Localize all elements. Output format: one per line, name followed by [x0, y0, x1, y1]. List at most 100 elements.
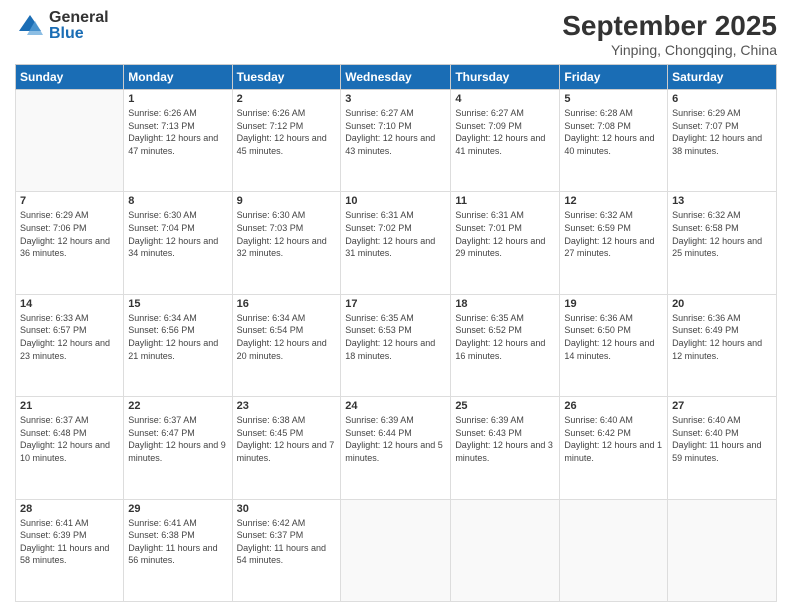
- day-info: Sunrise: 6:39 AMSunset: 6:43 PMDaylight:…: [455, 414, 555, 464]
- calendar-cell: 20 Sunrise: 6:36 AMSunset: 6:49 PMDaylig…: [668, 294, 777, 396]
- day-number: 6: [672, 93, 772, 105]
- calendar-cell: 18 Sunrise: 6:35 AMSunset: 6:52 PMDaylig…: [451, 294, 560, 396]
- day-info: Sunrise: 6:26 AMSunset: 7:12 PMDaylight:…: [237, 107, 337, 157]
- calendar-cell: 15 Sunrise: 6:34 AMSunset: 6:56 PMDaylig…: [124, 294, 232, 396]
- logo-text: General Blue: [49, 10, 109, 42]
- col-monday: Monday: [124, 65, 232, 90]
- day-info: Sunrise: 6:32 AMSunset: 6:58 PMDaylight:…: [672, 209, 772, 259]
- calendar-cell: [451, 499, 560, 601]
- calendar-cell: 28 Sunrise: 6:41 AMSunset: 6:39 PMDaylig…: [16, 499, 124, 601]
- day-info: Sunrise: 6:29 AMSunset: 7:07 PMDaylight:…: [672, 107, 772, 157]
- location-subtitle: Yinping, Chongqing, China: [562, 42, 777, 58]
- calendar-cell: 24 Sunrise: 6:39 AMSunset: 6:44 PMDaylig…: [341, 397, 451, 499]
- calendar-cell: 1 Sunrise: 6:26 AMSunset: 7:13 PMDayligh…: [124, 90, 232, 192]
- calendar-cell: 8 Sunrise: 6:30 AMSunset: 7:04 PMDayligh…: [124, 192, 232, 294]
- day-info: Sunrise: 6:35 AMSunset: 6:52 PMDaylight:…: [455, 312, 555, 362]
- col-thursday: Thursday: [451, 65, 560, 90]
- calendar-cell: 30 Sunrise: 6:42 AMSunset: 6:37 PMDaylig…: [232, 499, 341, 601]
- day-number: 12: [564, 195, 663, 207]
- day-number: 11: [455, 195, 555, 207]
- calendar-cell: 25 Sunrise: 6:39 AMSunset: 6:43 PMDaylig…: [451, 397, 560, 499]
- day-number: 24: [345, 400, 446, 412]
- calendar-cell: 11 Sunrise: 6:31 AMSunset: 7:01 PMDaylig…: [451, 192, 560, 294]
- day-info: Sunrise: 6:39 AMSunset: 6:44 PMDaylight:…: [345, 414, 446, 464]
- month-title: September 2025: [562, 10, 777, 42]
- day-info: Sunrise: 6:41 AMSunset: 6:38 PMDaylight:…: [128, 517, 227, 567]
- calendar-cell: [341, 499, 451, 601]
- col-sunday: Sunday: [16, 65, 124, 90]
- day-number: 3: [345, 93, 446, 105]
- calendar-cell: 21 Sunrise: 6:37 AMSunset: 6:48 PMDaylig…: [16, 397, 124, 499]
- title-block: September 2025 Yinping, Chongqing, China: [562, 10, 777, 58]
- col-saturday: Saturday: [668, 65, 777, 90]
- day-info: Sunrise: 6:37 AMSunset: 6:48 PMDaylight:…: [20, 414, 119, 464]
- day-info: Sunrise: 6:35 AMSunset: 6:53 PMDaylight:…: [345, 312, 446, 362]
- calendar-cell: 6 Sunrise: 6:29 AMSunset: 7:07 PMDayligh…: [668, 90, 777, 192]
- calendar-cell: 27 Sunrise: 6:40 AMSunset: 6:40 PMDaylig…: [668, 397, 777, 499]
- calendar-header-row: Sunday Monday Tuesday Wednesday Thursday…: [16, 65, 777, 90]
- day-info: Sunrise: 6:38 AMSunset: 6:45 PMDaylight:…: [237, 414, 337, 464]
- calendar-cell: 19 Sunrise: 6:36 AMSunset: 6:50 PMDaylig…: [560, 294, 668, 396]
- day-number: 30: [237, 503, 337, 515]
- calendar-week-2: 14 Sunrise: 6:33 AMSunset: 6:57 PMDaylig…: [16, 294, 777, 396]
- day-number: 23: [237, 400, 337, 412]
- day-info: Sunrise: 6:34 AMSunset: 6:54 PMDaylight:…: [237, 312, 337, 362]
- col-friday: Friday: [560, 65, 668, 90]
- day-info: Sunrise: 6:36 AMSunset: 6:50 PMDaylight:…: [564, 312, 663, 362]
- calendar-week-1: 7 Sunrise: 6:29 AMSunset: 7:06 PMDayligh…: [16, 192, 777, 294]
- calendar-cell: 26 Sunrise: 6:40 AMSunset: 6:42 PMDaylig…: [560, 397, 668, 499]
- calendar-cell: 17 Sunrise: 6:35 AMSunset: 6:53 PMDaylig…: [341, 294, 451, 396]
- day-number: 2: [237, 93, 337, 105]
- logo: General Blue: [15, 10, 109, 42]
- day-info: Sunrise: 6:27 AMSunset: 7:10 PMDaylight:…: [345, 107, 446, 157]
- page: General Blue September 2025 Yinping, Cho…: [0, 0, 792, 612]
- calendar-cell: [668, 499, 777, 601]
- calendar-cell: 16 Sunrise: 6:34 AMSunset: 6:54 PMDaylig…: [232, 294, 341, 396]
- day-number: 1: [128, 93, 227, 105]
- calendar-week-3: 21 Sunrise: 6:37 AMSunset: 6:48 PMDaylig…: [16, 397, 777, 499]
- calendar-cell: 14 Sunrise: 6:33 AMSunset: 6:57 PMDaylig…: [16, 294, 124, 396]
- day-number: 29: [128, 503, 227, 515]
- day-number: 20: [672, 298, 772, 310]
- calendar-week-0: 1 Sunrise: 6:26 AMSunset: 7:13 PMDayligh…: [16, 90, 777, 192]
- day-info: Sunrise: 6:32 AMSunset: 6:59 PMDaylight:…: [564, 209, 663, 259]
- col-tuesday: Tuesday: [232, 65, 341, 90]
- day-info: Sunrise: 6:42 AMSunset: 6:37 PMDaylight:…: [237, 517, 337, 567]
- calendar-cell: 2 Sunrise: 6:26 AMSunset: 7:12 PMDayligh…: [232, 90, 341, 192]
- day-info: Sunrise: 6:37 AMSunset: 6:47 PMDaylight:…: [128, 414, 227, 464]
- calendar-cell: 29 Sunrise: 6:41 AMSunset: 6:38 PMDaylig…: [124, 499, 232, 601]
- day-number: 13: [672, 195, 772, 207]
- calendar-cell: 22 Sunrise: 6:37 AMSunset: 6:47 PMDaylig…: [124, 397, 232, 499]
- day-info: Sunrise: 6:28 AMSunset: 7:08 PMDaylight:…: [564, 107, 663, 157]
- day-info: Sunrise: 6:30 AMSunset: 7:03 PMDaylight:…: [237, 209, 337, 259]
- logo-blue-text: Blue: [49, 26, 109, 42]
- day-number: 8: [128, 195, 227, 207]
- calendar-cell: 5 Sunrise: 6:28 AMSunset: 7:08 PMDayligh…: [560, 90, 668, 192]
- day-number: 27: [672, 400, 772, 412]
- day-number: 16: [237, 298, 337, 310]
- day-number: 18: [455, 298, 555, 310]
- calendar-cell: 10 Sunrise: 6:31 AMSunset: 7:02 PMDaylig…: [341, 192, 451, 294]
- day-number: 19: [564, 298, 663, 310]
- day-number: 28: [20, 503, 119, 515]
- day-info: Sunrise: 6:31 AMSunset: 7:01 PMDaylight:…: [455, 209, 555, 259]
- day-number: 21: [20, 400, 119, 412]
- header: General Blue September 2025 Yinping, Cho…: [15, 10, 777, 58]
- day-info: Sunrise: 6:40 AMSunset: 6:40 PMDaylight:…: [672, 414, 772, 464]
- calendar-cell: 12 Sunrise: 6:32 AMSunset: 6:59 PMDaylig…: [560, 192, 668, 294]
- day-number: 26: [564, 400, 663, 412]
- logo-general-text: General: [49, 10, 109, 26]
- day-number: 7: [20, 195, 119, 207]
- day-info: Sunrise: 6:31 AMSunset: 7:02 PMDaylight:…: [345, 209, 446, 259]
- calendar-week-4: 28 Sunrise: 6:41 AMSunset: 6:39 PMDaylig…: [16, 499, 777, 601]
- day-info: Sunrise: 6:40 AMSunset: 6:42 PMDaylight:…: [564, 414, 663, 464]
- calendar-cell: 13 Sunrise: 6:32 AMSunset: 6:58 PMDaylig…: [668, 192, 777, 294]
- day-info: Sunrise: 6:34 AMSunset: 6:56 PMDaylight:…: [128, 312, 227, 362]
- day-number: 4: [455, 93, 555, 105]
- day-number: 22: [128, 400, 227, 412]
- calendar-cell: 23 Sunrise: 6:38 AMSunset: 6:45 PMDaylig…: [232, 397, 341, 499]
- day-info: Sunrise: 6:27 AMSunset: 7:09 PMDaylight:…: [455, 107, 555, 157]
- calendar-cell: 4 Sunrise: 6:27 AMSunset: 7:09 PMDayligh…: [451, 90, 560, 192]
- day-info: Sunrise: 6:36 AMSunset: 6:49 PMDaylight:…: [672, 312, 772, 362]
- calendar-cell: 9 Sunrise: 6:30 AMSunset: 7:03 PMDayligh…: [232, 192, 341, 294]
